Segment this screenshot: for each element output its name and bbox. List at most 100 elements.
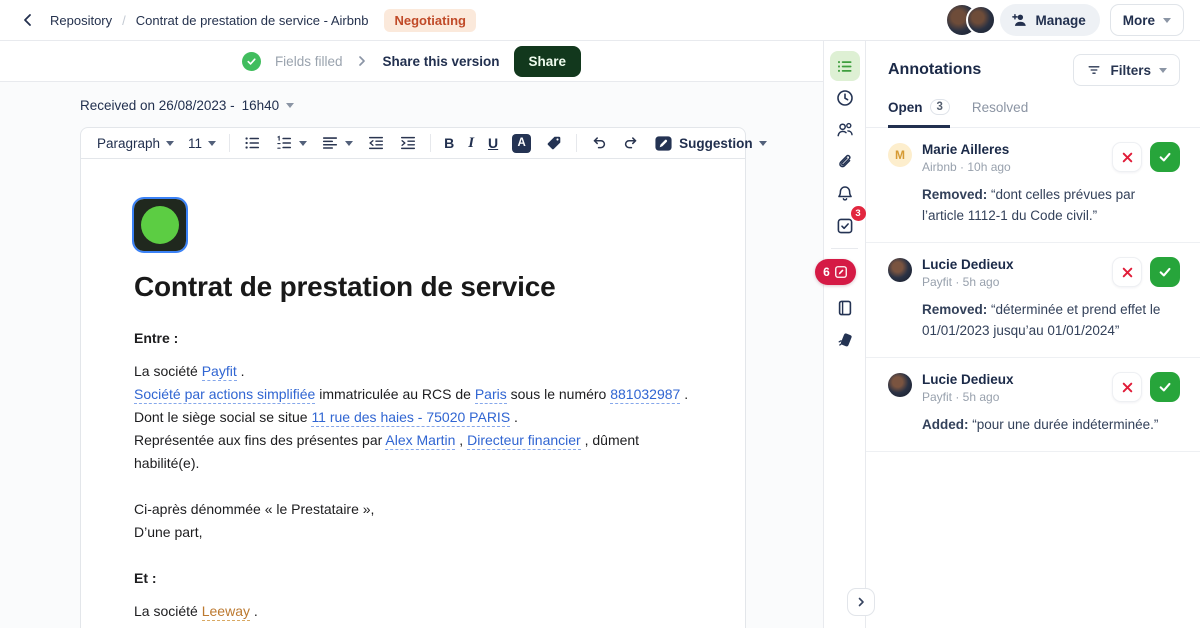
document-body[interactable]: Contrat de prestation de service Entre :… (80, 159, 746, 628)
close-icon (1121, 266, 1134, 279)
document-text: Dont le siège social se situe (134, 409, 311, 425)
accept-annotation-button[interactable] (1150, 142, 1180, 172)
tag-icon (545, 134, 563, 152)
merge-field[interactable]: Leeway (202, 603, 250, 621)
rail-item-outline[interactable] (830, 51, 860, 81)
bold-button[interactable]: B (438, 132, 460, 154)
chevron-down-icon (166, 141, 174, 146)
outline-list-icon (835, 57, 854, 76)
document-line: Société par actions simplifiée immatricu… (134, 383, 705, 406)
document-text: . (237, 363, 245, 379)
bold-icon: B (444, 135, 454, 151)
tab-open[interactable]: Open 3 (888, 99, 950, 128)
status-badge[interactable]: Negotiating (384, 9, 476, 32)
redo-button[interactable] (616, 131, 646, 155)
manage-button[interactable]: Manage (1000, 4, 1099, 36)
merge-field[interactable]: 881032987 (610, 386, 680, 404)
version-share-bar: Fields filled Share this version Share (0, 41, 823, 82)
outdent-button[interactable] (361, 131, 391, 155)
accept-annotation-button[interactable] (1150, 372, 1180, 402)
avatar (888, 373, 912, 397)
filters-button[interactable]: Filters (1073, 54, 1180, 86)
version-selector[interactable]: Received on 26/08/2023 - 16h40 (80, 98, 294, 113)
text-align-button[interactable] (315, 131, 359, 155)
document-text: Ci-après dénommée « le Prestataire », (134, 501, 374, 517)
align-text-icon (321, 134, 339, 152)
merge-field[interactable]: Société par actions simplifiée (134, 386, 315, 404)
suggestion-mode-dropdown[interactable]: Suggestion (648, 131, 773, 156)
document-line: La société Payfit . (134, 360, 705, 383)
check-icon (1158, 380, 1172, 394)
ordered-list-button[interactable] (269, 131, 313, 155)
people-icon (835, 120, 855, 140)
document-line: Dont le siège social se situe 11 rue des… (134, 406, 705, 429)
topbar-actions: Manage More (947, 4, 1184, 36)
back-button[interactable] (14, 6, 42, 34)
rail-item-attachments[interactable] (830, 147, 860, 177)
document-text: . (250, 603, 258, 619)
top-bar: Repository / Contrat de prestation de se… (0, 0, 1200, 41)
collaborator-avatar[interactable] (966, 5, 996, 35)
undo-button[interactable] (584, 131, 614, 155)
filter-icon (1086, 62, 1102, 78)
chevron-down-icon (299, 141, 307, 146)
rail-item-playbook[interactable] (830, 293, 860, 323)
suggestions-pill-button[interactable]: 6 (815, 259, 856, 285)
merge-field[interactable]: Paris (475, 386, 507, 404)
share-button[interactable]: Share (514, 46, 582, 77)
font-size-value: 11 (188, 136, 202, 151)
annotation-body: Removed: “dont celles prévues par l’arti… (922, 184, 1180, 226)
chevron-down-icon (345, 141, 353, 146)
highlight-color-button[interactable]: A (506, 131, 537, 156)
suggestion-mode-icon (654, 134, 673, 153)
italic-button[interactable]: I (462, 132, 480, 155)
annotation-list: MMarie AilleresAirbnb · 10h agoRemoved: … (866, 128, 1200, 628)
breadcrumb-root[interactable]: Repository (50, 13, 112, 28)
merge-field[interactable]: Payfit (202, 363, 237, 381)
company-logo[interactable] (134, 199, 186, 251)
suggestion-mode-label: Suggestion (679, 136, 753, 151)
document-text: Entre : (134, 330, 178, 346)
chevron-right-icon (855, 596, 867, 608)
paragraph-style-dropdown[interactable]: Paragraph (91, 133, 180, 154)
reject-annotation-button[interactable] (1112, 142, 1142, 172)
rail-item-history[interactable] (830, 83, 860, 113)
more-button[interactable]: More (1110, 4, 1184, 36)
suggestions-count: 6 (823, 265, 830, 279)
editor-toolbar: Paragraph 11 (80, 127, 746, 159)
annotation-meta: Payfit · 5h ago (922, 275, 1014, 289)
annotation-author: Lucie Dedieux (922, 372, 1014, 388)
suggestion-pencil-icon (834, 265, 848, 279)
filters-label: Filters (1110, 63, 1151, 78)
rail-item-collaborators[interactable] (830, 115, 860, 145)
underline-button[interactable]: U (482, 132, 504, 154)
check-icon (1158, 150, 1172, 164)
document-text: La société (134, 603, 202, 619)
merge-field[interactable]: Alex Martin (385, 432, 455, 450)
indent-button[interactable] (393, 131, 423, 155)
bullet-list-button[interactable] (237, 131, 267, 155)
reject-annotation-button[interactable] (1112, 257, 1142, 287)
accept-annotation-button[interactable] (1150, 257, 1180, 287)
tab-resolved[interactable]: Resolved (972, 99, 1028, 128)
rail-item-notifications[interactable] (830, 179, 860, 209)
document-text: D’une part, (134, 524, 202, 540)
annotation-quote: “pour une durée indéterminée.” (969, 417, 1159, 432)
tasks-check-icon (835, 216, 855, 236)
font-size-dropdown[interactable]: 11 (182, 133, 222, 154)
chevron-down-icon (1159, 68, 1167, 73)
rail-item-signature-stamp[interactable] (830, 325, 860, 355)
book-icon (835, 298, 855, 318)
indent-icon (399, 134, 417, 152)
annotation-card: MMarie AilleresAirbnb · 10h agoRemoved: … (866, 128, 1200, 243)
document-line: Représentée aux fins des présentes par A… (134, 429, 705, 475)
tag-field-button[interactable] (539, 131, 569, 155)
reject-annotation-button[interactable] (1112, 372, 1142, 402)
tasks-count-badge: 3 (851, 206, 866, 221)
collapse-panel-button[interactable] (847, 588, 875, 616)
merge-field[interactable]: 11 rue des haies - 75020 PARIS (311, 409, 510, 427)
add-user-icon (1010, 11, 1028, 29)
stamp-icon (835, 330, 855, 350)
rail-item-tasks[interactable]: 3 (830, 211, 860, 241)
merge-field[interactable]: Directeur financier (467, 432, 581, 450)
